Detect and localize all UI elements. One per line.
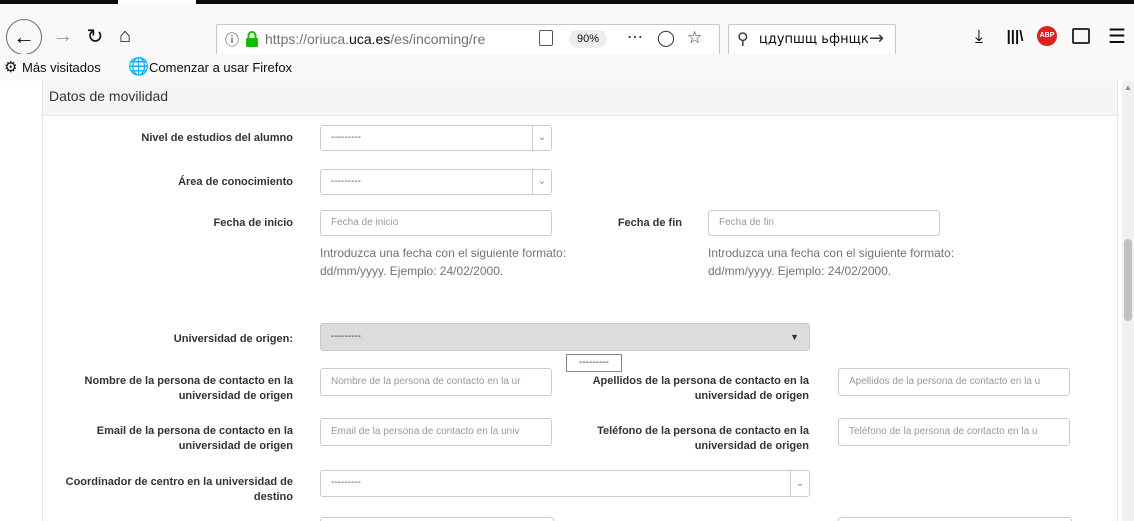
downloads-button[interactable]: ⤓ <box>964 21 994 51</box>
next-row-input-right[interactable] <box>838 517 1072 521</box>
chevron-down-icon: ⌄ <box>532 170 551 194</box>
coordinador-label: Coordinador de centro en la universidad … <box>65 476 293 503</box>
home-button[interactable]: ⌂ <box>110 21 140 51</box>
coordinador-select[interactable]: --------- ⌄ <box>320 470 810 497</box>
apellidos-input[interactable]: Apellidos de la persona de contacto en l… <box>838 368 1070 396</box>
lock-icon <box>246 31 258 47</box>
email-label: Email de la persona de contacto en la un… <box>96 425 293 452</box>
bookmark-comenzar-firefox[interactable]: Comenzar a usar Firefox <box>149 60 292 75</box>
bookmarks-toolbar: ⚙ Más visitados 🌐 Comenzar a usar Firefo… <box>0 54 1134 81</box>
search-input[interactable]: цдупшщ ьфнщк <box>759 32 869 47</box>
nombre-input[interactable]: Nombre de la persona de contacto en la u… <box>320 368 552 396</box>
nivel-select[interactable]: --------- ⌄ <box>320 125 552 151</box>
nombre-label: Nombre de la persona de contacto en la u… <box>84 375 293 402</box>
page-scrollbar[interactable]: ▲ <box>1122 81 1134 521</box>
fecha-inicio-label: Fecha de inicio <box>213 217 293 229</box>
reader-view-icon[interactable] <box>539 30 553 46</box>
fecha-fin-input[interactable]: Fecha de fin <box>708 210 940 236</box>
back-button[interactable]: ← <box>6 19 42 55</box>
dropdown-tooltip: --------- <box>566 354 622 372</box>
pocket-icon[interactable]: ◯ <box>657 28 675 48</box>
universidad-value: --------- <box>331 331 361 342</box>
scroll-up-icon[interactable]: ▲ <box>1124 83 1132 92</box>
scrollbar-thumb[interactable] <box>1124 239 1132 321</box>
section-title: Datos de movilidad <box>49 88 169 104</box>
back-arrow-icon: ← <box>13 24 35 49</box>
fecha-inicio-help: Introduzca una fecha con el siguiente fo… <box>320 246 567 278</box>
universidad-select[interactable]: --------- ▼ <box>320 323 810 351</box>
search-go-icon[interactable]: → <box>869 28 884 49</box>
search-bar[interactable]: ⚲ цдупшщ ьфнщк → <box>728 24 896 56</box>
zoom-badge[interactable]: 90% <box>569 30 607 48</box>
menu-button[interactable]: ☰ <box>1102 21 1132 51</box>
forward-button[interactable]: → <box>48 21 78 51</box>
home-icon: ⌂ <box>118 24 132 47</box>
library-button[interactable]: |||\ <box>1000 21 1030 51</box>
globe-icon: 🌐 <box>128 57 150 76</box>
reload-icon: ↻ <box>86 25 104 48</box>
reload-button[interactable]: ↻ <box>80 21 110 51</box>
forward-arrow-icon: → <box>53 24 73 47</box>
library-icon: |||\ <box>1006 27 1024 45</box>
fecha-fin-help: Introduzca una fecha con el siguiente fo… <box>708 246 955 278</box>
adblock-icon: ABP <box>1037 26 1057 46</box>
next-row-input[interactable] <box>320 517 554 521</box>
fecha-inicio-input[interactable]: Fecha de inicio <box>320 210 552 236</box>
nivel-label: Nivel de estudios del alumno <box>141 132 293 144</box>
apellidos-label: Apellidos de la persona de contacto en l… <box>592 375 809 402</box>
caret-down-icon: ▼ <box>790 332 799 342</box>
area-select[interactable]: --------- ⌄ <box>320 169 552 195</box>
fecha-fin-label: Fecha de fin <box>617 217 682 229</box>
chevron-down-icon: ⌄ <box>532 126 551 150</box>
telefono-label: Teléfono de la persona de contacto en la… <box>597 425 809 452</box>
sidebar-icon <box>1072 28 1090 44</box>
search-icon: ⚲ <box>737 29 749 48</box>
page-actions-icon[interactable]: ⋯ <box>627 27 643 47</box>
adblock-button[interactable]: ABP <box>1032 21 1062 51</box>
info-icon[interactable]: ⓘ <box>225 30 239 50</box>
hamburger-menu-icon: ☰ <box>1108 25 1126 48</box>
area-value: --------- <box>331 176 361 187</box>
email-input[interactable]: Email de la persona de contacto en la un… <box>320 418 552 446</box>
chevron-down-icon: ⌄ <box>790 471 809 496</box>
download-icon: ⤓ <box>975 25 983 46</box>
browser-toolbar: ← → ↻ ⌂ ⓘ https://oriuca.uca.es/es/incom… <box>0 4 1134 56</box>
area-label: Área de conocimiento <box>178 176 293 188</box>
nivel-value: --------- <box>331 132 361 143</box>
gear-icon: ⚙ <box>4 59 18 76</box>
page-content: Datos de movilidad Nivel de estudios del… <box>0 81 1122 521</box>
url-bar[interactable]: ⓘ https://oriuca.uca.es/es/incoming/re 9… <box>216 24 720 56</box>
panel-header: Datos de movilidad <box>43 81 1117 116</box>
sidebar-button[interactable] <box>1066 21 1096 51</box>
bookmark-mas-visitados[interactable]: Más visitados <box>22 60 101 75</box>
url-text: https://oriuca.uca.es/es/incoming/re <box>265 31 486 47</box>
bookmark-star-icon[interactable]: ☆ <box>687 28 702 48</box>
universidad-label: Universidad de origen: <box>173 333 293 345</box>
mobility-panel: Datos de movilidad <box>42 81 1118 521</box>
coordinador-value: --------- <box>331 477 361 488</box>
telefono-input[interactable]: Teléfono de la persona de contacto en la… <box>838 418 1070 446</box>
